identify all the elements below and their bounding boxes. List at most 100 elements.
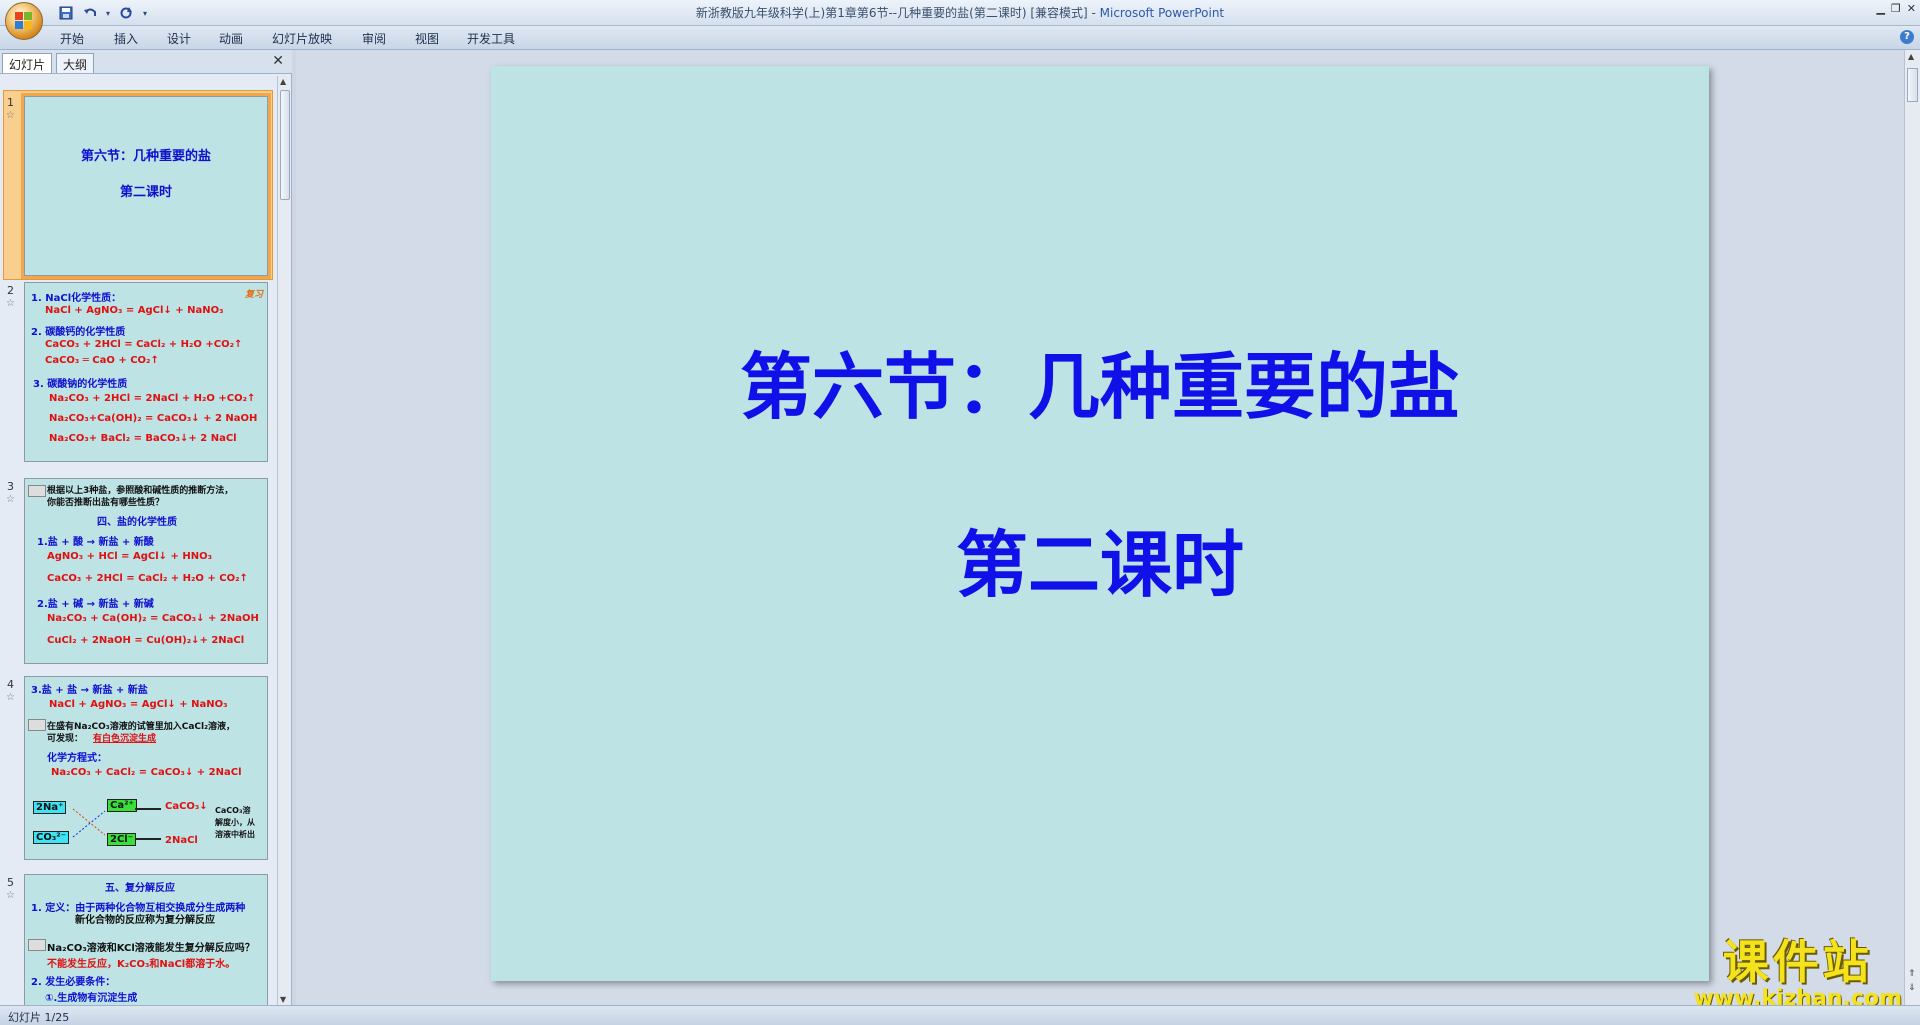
thumb-line: 解度小，从 [215,818,255,827]
tab-view[interactable]: 视图 [415,30,439,47]
slide-scrollbar[interactable]: ▲ ⇑ ⇓ [1904,50,1920,1005]
thumb-line: 2.盐 + 碱 → 新盐 + 新碱 [37,599,154,610]
thumb-line: CaCO₃ + 2HCl = CaCl₂ + H₂O + CO₂↑ [47,573,248,584]
thumb-line: CaCO₃ ═ CaO + CO₂↑ [45,355,159,366]
tab-slideshow[interactable]: 幻灯片放映 [272,30,332,47]
slide-thumbnail-4[interactable]: 3.盐 + 盐 → 新盐 + 新盐 NaCl + AgNO₃ = AgCl↓ +… [24,676,268,860]
student-image-icon [28,939,46,951]
scrollbar-thumb[interactable] [1907,68,1918,102]
slide-counter: 幻灯片 1/25 [8,1011,70,1024]
thumb-line: Na₂CO₃+ BaCl₂ = BaCO₃↓+ 2 NaCl [49,433,237,444]
slides-pane: 幻灯片 大纲 ✕ 1 ☆ 第六节：几种重要的盐 第二课时 2 ☆ 复习 1. N… [0,50,292,1005]
animation-star-icon: ☆ [6,692,15,703]
slide-title[interactable]: 第六节：几种重要的盐 [491,328,1709,433]
thumb-line: CaCO₃溶 [215,806,251,815]
tab-design[interactable]: 设计 [167,30,191,47]
pane-tabs: 幻灯片 大纲 ✕ [0,50,292,74]
animation-star-icon: ☆ [6,890,15,901]
thumb-line: 2. 碳酸钙的化学性质 [31,327,126,338]
close-button[interactable]: ✕ [1907,2,1916,15]
ion-exchange-lines [72,808,161,840]
tab-slides[interactable]: 幻灯片 [2,53,53,73]
thumb-title: 第六节：几种重要的盐 [80,149,211,164]
thumb-line: CaCO₃ + 2HCl = CaCl₂ + H₂O +CO₂↑ [45,339,243,350]
thumb-line: NaCl + AgNO₃ = AgCl↓ + NaNO₃ [45,305,224,316]
thumbnail-scrollbar[interactable]: ▲ ▼ [277,76,291,1005]
slide-thumbnail-3[interactable]: 根据以上3种盐，参照酸和碱性质的推断方法， 你能否推断出盐有哪些性质？ 四、盐的… [24,478,268,664]
scroll-up-icon[interactable]: ▲ [280,77,286,86]
watermark-title: 课件站 [1722,935,1873,989]
tab-review[interactable]: 审阅 [362,30,386,47]
ribbon-tabs: 开始 插入 设计 动画 幻灯片放映 审阅 视图 开发工具 ? [0,26,1920,50]
thumb-line: 五、复分解反应 [105,883,175,894]
office-logo-icon [15,12,33,30]
tab-animations[interactable]: 动画 [219,30,243,47]
thumb-line: 3. 碳酸钠的化学性质 [33,379,128,390]
app-name: Microsoft PowerPoint [1099,6,1225,20]
next-slide-icon[interactable]: ⇓ [1908,983,1916,993]
student-image-icon [28,719,46,731]
animation-star-icon: ☆ [6,110,15,121]
thumb-line: 有白色沉淀生成 [93,734,157,744]
slide-thumbnail-1[interactable]: 第六节：几种重要的盐 第二课时 [21,93,271,279]
thumb-line: 不能发生反应，K₂CO₃和NaCl都溶于水。 [47,959,236,970]
tab-developer[interactable]: 开发工具 [467,30,515,47]
pane-close-icon[interactable]: ✕ [272,53,284,69]
status-bar: 幻灯片 1/25 [0,1005,1920,1025]
scroll-down-icon[interactable]: ▼ [280,995,286,1004]
thumb-line: CaCO₃↓ [165,801,208,812]
thumbnail-number: 3 [7,480,14,493]
thumb-line: 化学方程式： [47,753,107,764]
thumb-line: 可发现： [47,734,84,744]
thumb-line: 四、盐的化学性质 [97,517,177,528]
review-badge: 复习 [244,290,263,300]
thumb-line: 2NaCl [165,835,198,846]
thumbnail-number: 2 [7,284,14,297]
help-icon[interactable]: ? [1900,30,1914,44]
ion-box: CO₃²⁻ [33,831,69,844]
thumb-line: 溶液中析出 [215,830,255,839]
thumbnail-list: 1 ☆ 第六节：几种重要的盐 第二课时 2 ☆ 复习 1. NaCl化学性质： … [0,76,276,1005]
animation-star-icon: ☆ [6,494,15,505]
thumbnail-number: 4 [7,678,14,691]
slide-subtitle[interactable]: 第二课时 [491,506,1709,611]
student-image-icon [28,485,46,497]
thumb-subtitle: 第二课时 [119,185,172,200]
thumbnail-number: 1 [7,96,14,109]
scrollbar-thumb[interactable] [280,90,290,200]
thumb-line: CuCl₂ + 2NaOH = Cu(OH)₂↓+ 2NaCl [47,635,245,646]
tab-home[interactable]: 开始 [60,30,84,47]
slide-thumbnail-2[interactable]: 复习 1. NaCl化学性质： NaCl + AgNO₃ = AgCl↓ + N… [24,282,268,462]
thumb-line: AgNO₃ + HCl = AgCl↓ + HNO₃ [47,551,212,562]
thumb-line: 3.盐 + 盐 → 新盐 + 新盐 [31,685,148,696]
thumb-line: 1.盐 + 酸 → 新盐 + 新酸 [37,537,154,548]
minimize-button[interactable]: ▁ [1876,2,1884,15]
slide-editor: 第六节：几种重要的盐 第二课时 [296,50,1904,1005]
current-slide[interactable]: 第六节：几种重要的盐 第二课时 [491,66,1709,981]
tab-insert[interactable]: 插入 [114,30,138,47]
office-button[interactable] [5,2,43,40]
thumbnail-number: 5 [7,876,14,889]
title-bar: ▾ ▾ 新浙教版九年级科学(上)第1章第6节--几种重要的盐(第二课时) [兼容… [0,0,1920,26]
document-title: 新浙教版九年级科学(上)第1章第6节--几种重要的盐(第二课时) [兼容模式] … [695,6,1100,20]
thumb-line: Na₂CO₃ + 2HCl = 2NaCl + H₂O +CO₂↑ [49,393,256,404]
ion-box: 2Na⁺ [33,801,67,814]
restore-button[interactable]: ❐ [1891,2,1901,15]
thumb-line: Na₂CO₃ + CaCl₂ = CaCO₃↓ + 2NaCl [51,767,242,778]
thumb-line: 2. 发生必要条件： [31,977,116,988]
animation-star-icon: ☆ [6,298,15,309]
thumb-line: 你能否推断出盐有哪些性质？ [47,498,165,508]
thumb-line: Na₂CO₃ + Ca(OH)₂ = CaCO₃↓ + 2NaOH [47,613,259,624]
thumb-line: ①.生成物有沉淀生成 [45,993,138,1004]
thumb-line: Na₂CO₃溶液和KCl溶液能发生复分解反应吗？ [47,943,255,954]
previous-slide-icon[interactable]: ⇑ [1908,969,1916,979]
thumb-line: Na₂CO₃+Ca(OH)₂ = CaCO₃↓ + 2 NaOH [49,413,258,424]
tab-outline[interactable]: 大纲 [56,53,95,73]
thumb-line: 新化合物的反应称为复分解反应 [75,915,215,926]
scroll-up-icon[interactable]: ▲ [1908,52,1914,61]
slide-thumbnail-5[interactable]: 五、复分解反应 1. 定义：由于两种化合物互相交换成分生成两种 新化合物的反应称… [24,874,268,1005]
window-title: 新浙教版九年级科学(上)第1章第6节--几种重要的盐(第二课时) [兼容模式] … [0,4,1920,21]
thumb-line: 1. NaCl化学性质： [31,293,122,304]
watermark-logo: 课件站 www.kjzhan.com [1693,926,1902,1011]
thumb-line: NaCl + AgNO₃ = AgCl↓ + NaNO₃ [49,699,228,710]
